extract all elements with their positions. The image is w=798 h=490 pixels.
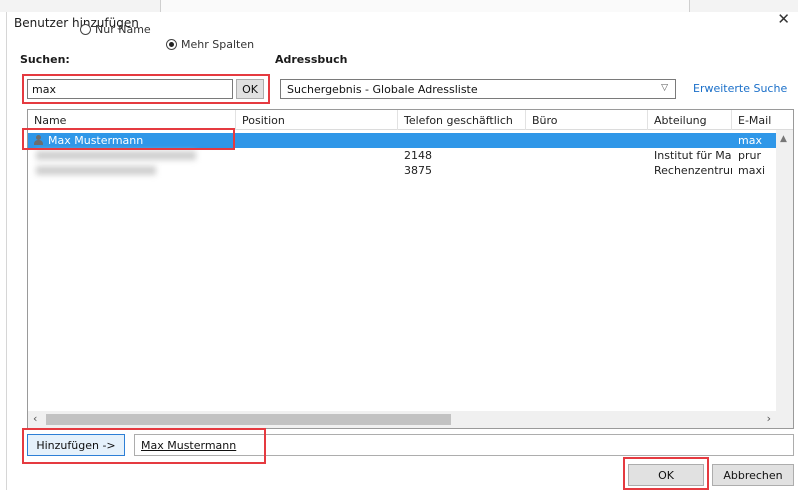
results-list[interactable]: Name Position Telefon geschäftlich Büro … [27, 109, 794, 429]
close-icon[interactable]: ✕ [777, 12, 790, 27]
highlight-ok-button [623, 457, 709, 490]
addressbook-select[interactable]: Suchergebnis - Globale Adressliste ▽ [280, 79, 676, 99]
scroll-left-icon[interactable]: ‹ [33, 412, 37, 425]
radio-name-only-indicator[interactable] [80, 24, 91, 35]
highlight-search-box [22, 74, 270, 104]
scroll-right-icon[interactable]: › [767, 412, 771, 425]
chevron-down-icon[interactable]: ▽ [661, 83, 668, 93]
radio-more-columns[interactable]: Mehr Spalten [166, 38, 254, 51]
column-header-phone[interactable]: Telefon geschäftlich [398, 110, 526, 130]
column-header-email[interactable]: E-Mail [732, 110, 793, 130]
row-phone: 2148 [404, 149, 432, 162]
row-department: Rechenzentrum [654, 164, 732, 177]
advanced-search-link[interactable]: Erweiterte Suche [693, 82, 787, 95]
column-header-office[interactable]: Büro [526, 110, 648, 130]
results-header: Name Position Telefon geschäftlich Büro … [28, 110, 793, 130]
search-label: Suchen: [20, 53, 70, 66]
radio-name-only[interactable]: Nur Name [80, 23, 151, 36]
highlight-selected-row [22, 128, 235, 150]
radio-more-columns-label: Mehr Spalten [181, 38, 255, 51]
redacted-name [36, 166, 156, 175]
horizontal-scrollbar[interactable]: ‹ › [28, 411, 793, 428]
highlight-add-area [22, 428, 266, 464]
row-email: prur [738, 149, 761, 162]
cancel-button[interactable]: Abbrechen [712, 464, 794, 486]
column-header-department[interactable]: Abteilung [648, 110, 732, 130]
scroll-up-icon[interactable]: ▲ [780, 134, 787, 144]
radio-name-only-label: Nur Name [95, 23, 151, 36]
addressbook-selected-value: Suchergebnis - Globale Adressliste [287, 83, 478, 96]
background-window-strip [0, 0, 798, 12]
table-row[interactable]: 3875 Rechenzentrum maxi [28, 163, 778, 178]
horizontal-scroll-thumb[interactable] [46, 414, 451, 425]
column-header-position[interactable]: Position [236, 110, 398, 130]
row-email: maxi [738, 164, 766, 177]
addressbook-label: Adressbuch [275, 53, 348, 66]
table-row[interactable]: 2148 Institut für Masc... prur [28, 148, 778, 163]
background-window-tab [160, 0, 690, 12]
redacted-name [36, 151, 196, 160]
row-phone: 3875 [404, 164, 432, 177]
column-header-name[interactable]: Name [28, 110, 236, 130]
row-email: max [738, 134, 762, 147]
row-department: Institut für Masc... [654, 149, 732, 162]
radio-more-columns-indicator[interactable] [166, 39, 177, 50]
vertical-scrollbar[interactable]: ▲ [776, 130, 793, 411]
